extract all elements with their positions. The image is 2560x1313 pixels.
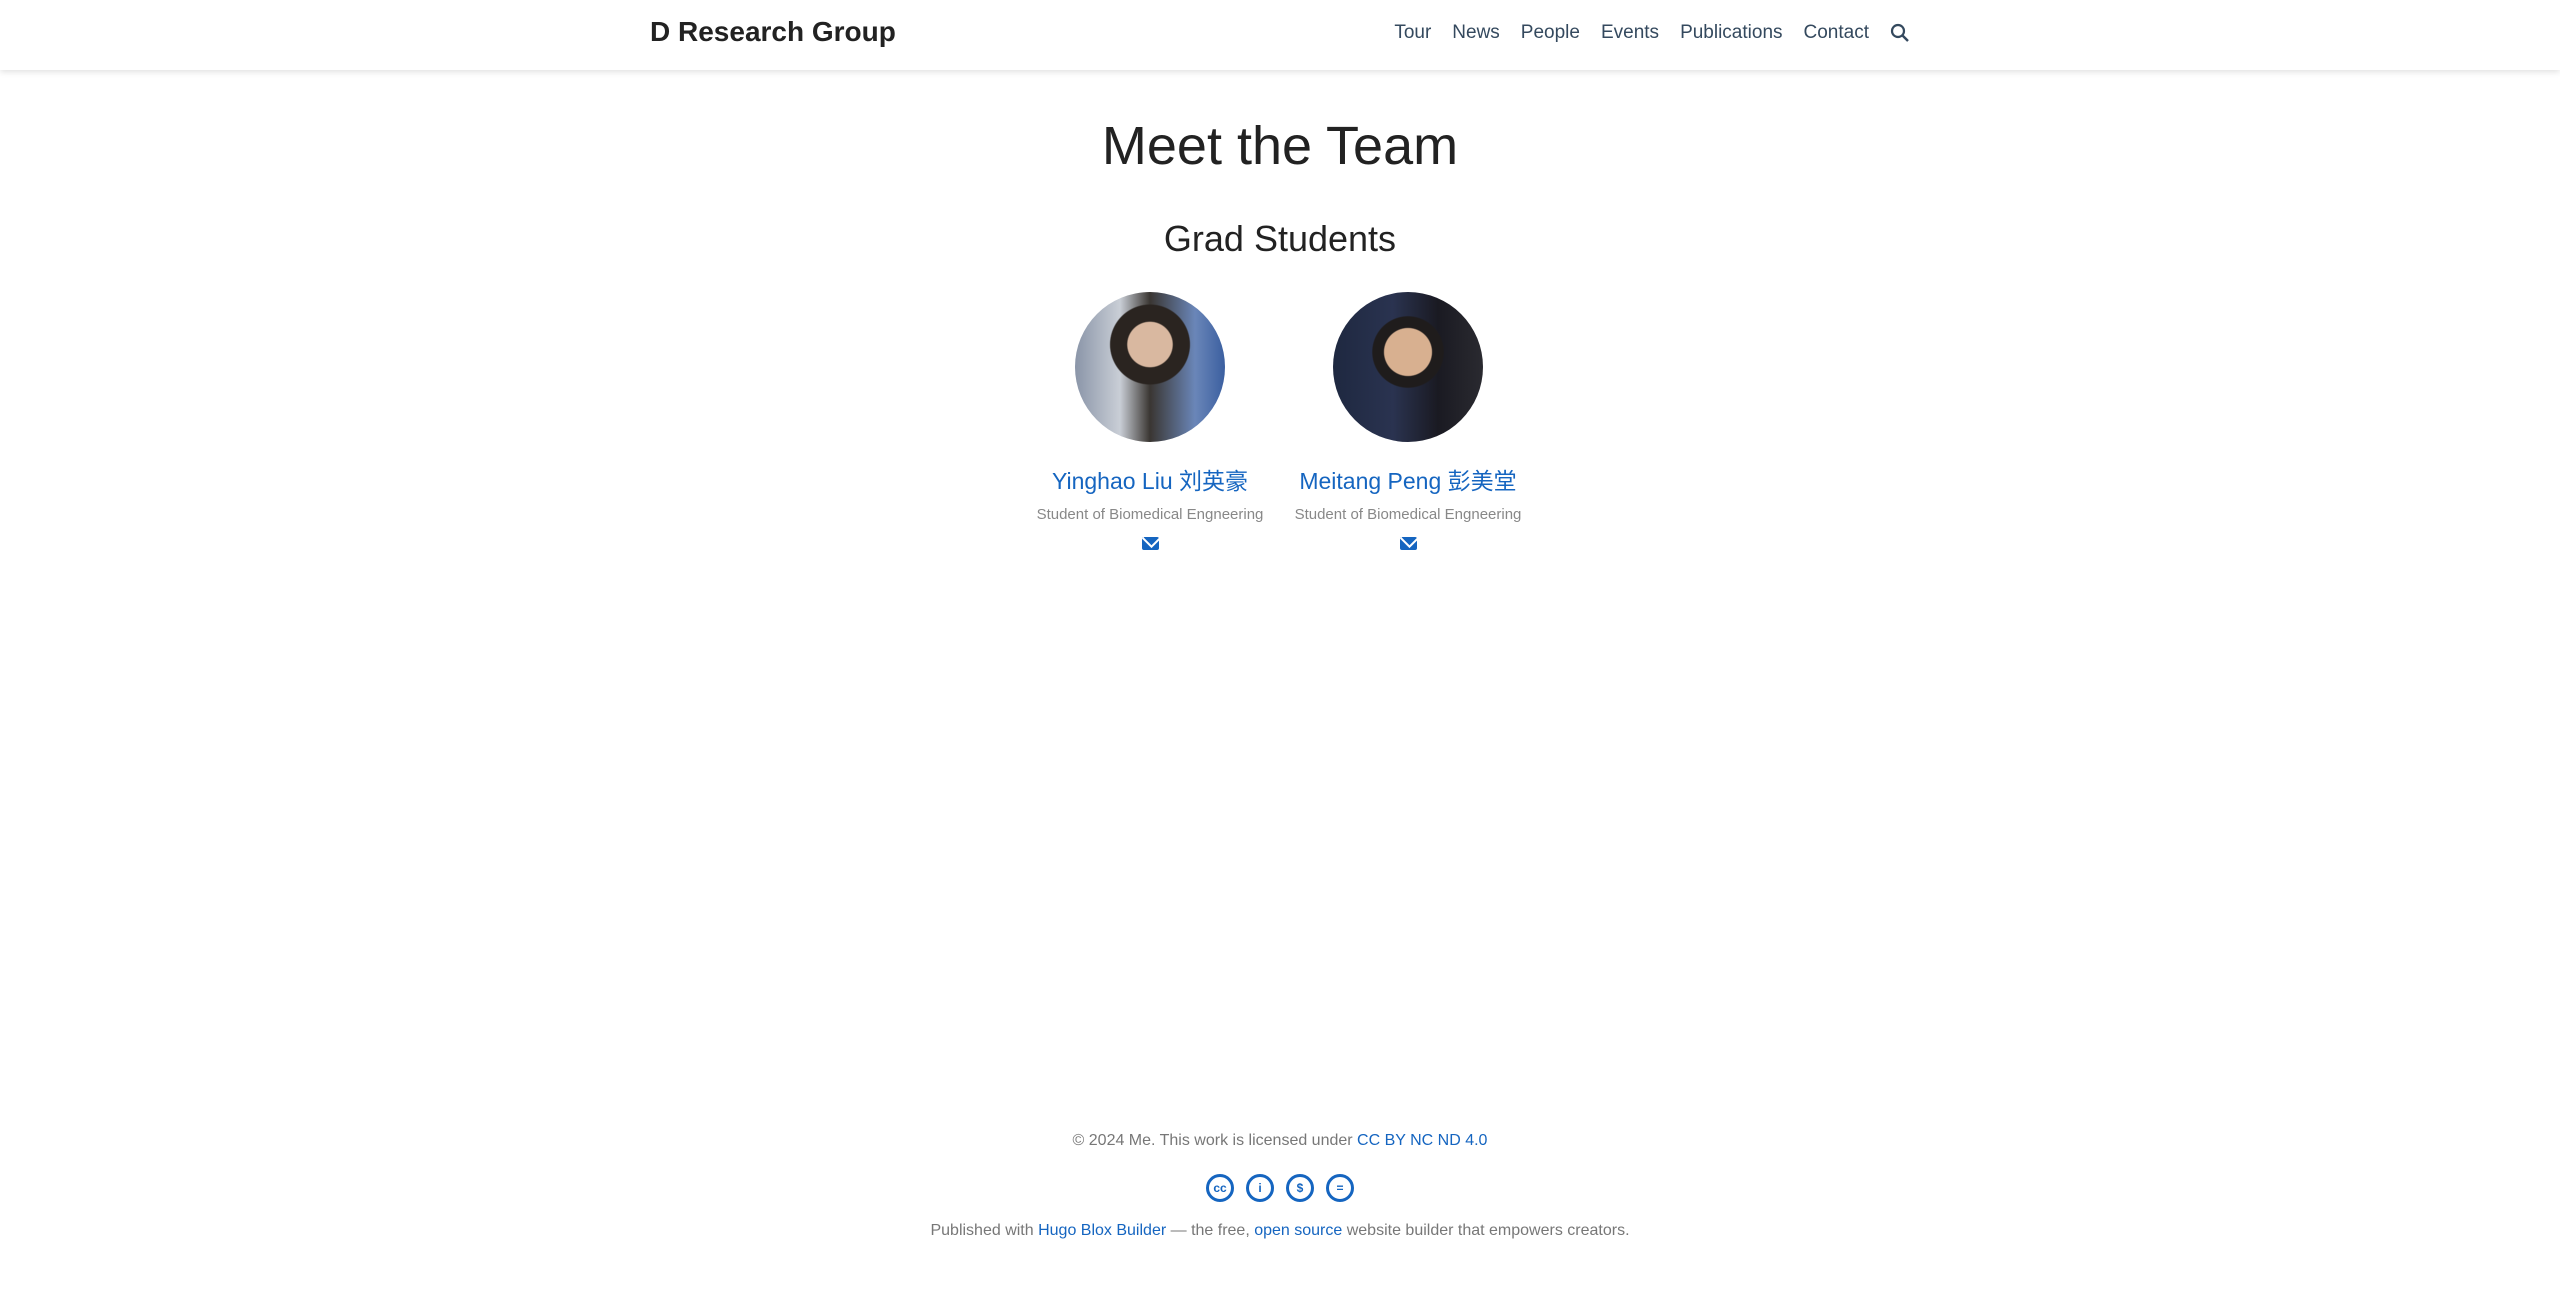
person-name[interactable]: Meitang Peng 彭美堂 [1278,462,1538,496]
nav-events[interactable]: Events [1601,22,1659,44]
text: Published with [930,1222,1039,1239]
nav-people[interactable]: People [1521,22,1580,44]
avatar[interactable] [1075,292,1225,442]
published-with: Published with Hugo Blox Builder — the f… [0,1222,2560,1240]
person-role: Student of Biomedical Engneering [1036,506,1264,523]
person-card: Meitang Peng 彭美堂 Student of Biomedical E… [1278,292,1538,550]
search-icon[interactable] [1890,23,1910,43]
section-title: Grad Students [1163,218,1397,259]
navbar: D Research Group Tour News People Events… [0,0,2560,70]
nd-icon: = [1326,1174,1354,1202]
avatar[interactable] [1333,292,1483,442]
nav-links: Tour News People Events Publications Con… [1394,22,1910,44]
text: — the free, [1166,1222,1255,1239]
nav-contact[interactable]: Contact [1804,22,1869,44]
license-link[interactable]: CC BY NC ND 4.0 [1357,1132,1487,1149]
hugo-link[interactable]: Hugo Blox Builder [1038,1222,1166,1239]
envelope-icon[interactable] [1399,537,1417,550]
by-icon: i [1246,1174,1274,1202]
nav-tour[interactable]: Tour [1394,22,1431,44]
page-title: Meet the Team [1101,116,1459,176]
nav-publications[interactable]: Publications [1680,22,1782,44]
open-source-link[interactable]: open source [1254,1222,1342,1239]
person-role: Student of Biomedical Engneering [1294,506,1522,523]
person-card: Yinghao Liu 刘英豪 Student of Biomedical En… [1020,292,1280,550]
license-icons: cc i $ = [0,1174,2560,1202]
nc-icon: $ [1286,1174,1314,1202]
person-name[interactable]: Yinghao Liu 刘英豪 [1020,462,1280,496]
nav-news[interactable]: News [1452,22,1500,44]
text: website builder that empowers creators. [1342,1222,1630,1239]
copyright: © 2024 Me. This work is licensed under C… [0,1132,2560,1150]
cc-icon: cc [1206,1174,1234,1202]
site-brand[interactable]: D Research Group [650,16,896,48]
copyright-text: © 2024 Me. This work is licensed under [1072,1132,1358,1149]
envelope-icon[interactable] [1141,537,1159,550]
